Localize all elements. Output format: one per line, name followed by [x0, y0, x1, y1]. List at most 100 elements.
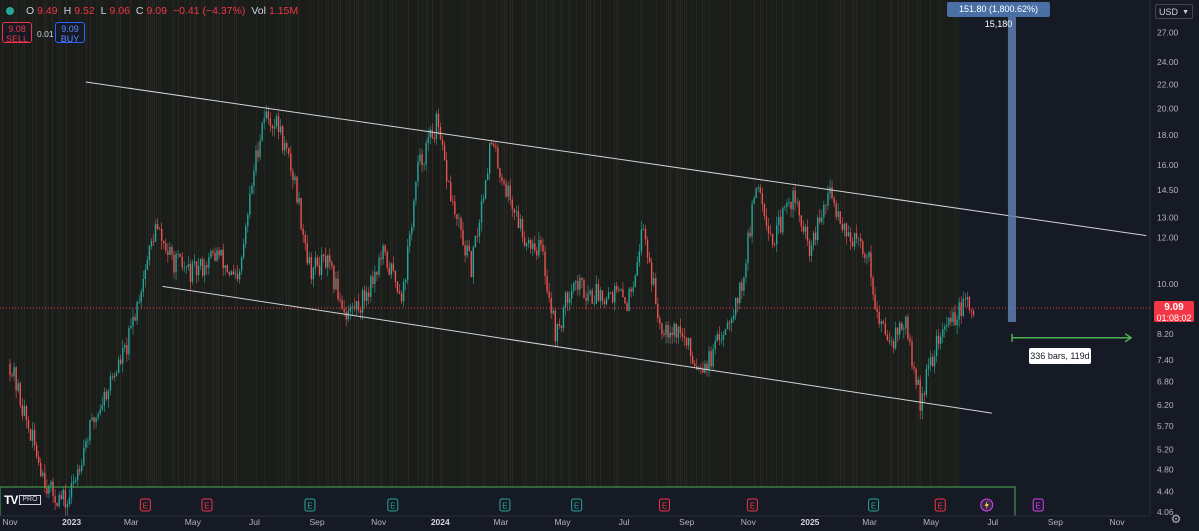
volume-stripe: [174, 0, 175, 487]
candle: [603, 301, 606, 305]
candle: [669, 332, 671, 338]
volume-stripe: [904, 0, 905, 487]
candle: [946, 324, 948, 327]
candle: [152, 241, 155, 242]
candle: [245, 226, 247, 244]
candle: [648, 257, 651, 263]
volume-stripe: [616, 0, 617, 487]
candle: [448, 181, 450, 183]
earnings-markers[interactable]: EEEEEEEEEEE: [139, 498, 1044, 512]
candle: [829, 187, 831, 194]
volume-stripe: [908, 0, 909, 487]
candle: [335, 278, 337, 290]
candle: [739, 282, 741, 304]
volume-stripe: [116, 0, 117, 487]
candle: [195, 261, 198, 276]
earnings-letter: E: [307, 502, 312, 511]
candle: [419, 154, 421, 162]
candle: [962, 298, 964, 317]
candle: [113, 375, 116, 378]
candle: [76, 469, 79, 480]
candle: [85, 441, 87, 448]
volume-stripe: [794, 0, 795, 487]
candle: [817, 217, 819, 241]
price-axis[interactable]: 27.00 24.00 22.00 20.00 18.00 16.00 14.50 13.00…: [1157, 27, 1179, 517]
candle: [38, 456, 40, 463]
time-axis[interactable]: Nov 2023 Mar May Jul Sep Nov 2024 Mar May Jul Sep No…: [2, 517, 1125, 527]
candle: [915, 368, 917, 385]
volume-stripe: [212, 0, 213, 487]
candle: [626, 303, 628, 312]
candle: [517, 211, 520, 229]
candle: [544, 251, 546, 276]
candle: [542, 244, 544, 252]
volume-stripe: [16, 0, 17, 487]
candle: [275, 116, 278, 127]
candle: [776, 225, 778, 245]
settings-icon[interactable]: ⚙: [1169, 512, 1183, 526]
candle: [46, 488, 48, 494]
candle: [306, 243, 308, 264]
currency-selector[interactable]: USD ▼: [1155, 4, 1193, 19]
candle: [515, 211, 518, 213]
tradingview-logo[interactable]: TV PRO: [4, 493, 48, 507]
candle: [292, 171, 294, 181]
candle: [872, 277, 874, 295]
candle: [161, 228, 163, 241]
candle: [11, 375, 13, 377]
price-chart[interactable]: E E E E E E E E E E E 27.00 24.00 22.00 20.00 18.00 16.…: [0, 0, 1199, 531]
candle: [474, 235, 477, 248]
candle: [140, 291, 142, 302]
volume-stripe: [202, 0, 203, 487]
volume-stripe: [668, 0, 669, 487]
sell-button[interactable]: 9.08 SELL: [2, 22, 32, 44]
candle: [181, 256, 183, 268]
candle: [929, 357, 932, 366]
volume-stripe: [380, 0, 381, 487]
volume-stripe: [874, 0, 875, 487]
candle: [81, 465, 83, 472]
candle: [294, 176, 296, 181]
candle: [673, 323, 675, 336]
candle: [202, 259, 204, 276]
order-quantity[interactable]: 0.01: [37, 29, 54, 39]
candle: [390, 263, 392, 275]
candle: [204, 265, 206, 276]
candle: [484, 180, 487, 199]
candle: [507, 185, 509, 197]
volume-stripe: [140, 0, 141, 487]
volume-stripe: [328, 0, 329, 487]
candle: [778, 216, 780, 226]
candle: [743, 277, 745, 291]
candle: [573, 282, 575, 291]
candle: [521, 219, 524, 238]
buy-button[interactable]: 9.09 BUY: [55, 22, 85, 44]
candle: [210, 251, 212, 258]
volume-stripe: [332, 0, 333, 487]
candle: [158, 228, 161, 230]
candle: [312, 267, 315, 280]
candle: [937, 335, 940, 344]
candle: [741, 282, 743, 291]
candle: [216, 250, 218, 261]
candle: [497, 147, 499, 169]
candle: [583, 279, 585, 299]
candle: [175, 254, 177, 273]
volume-stripe: [766, 0, 767, 487]
candle: [136, 302, 138, 321]
price-range-measure[interactable]: [1007, 10, 1133, 343]
candle: [271, 125, 274, 129]
volume-stripe: [130, 0, 131, 487]
candle: [423, 164, 425, 166]
volume-stripe: [670, 0, 671, 487]
price-tick-label: 13.00: [1157, 212, 1179, 222]
candle: [388, 267, 390, 275]
candle: [191, 263, 194, 282]
candle: [911, 341, 913, 367]
candle: [23, 405, 26, 416]
candle: [173, 254, 175, 273]
candle: [642, 228, 645, 230]
candle: [560, 325, 563, 328]
candle: [655, 278, 657, 305]
candle: [587, 293, 589, 301]
